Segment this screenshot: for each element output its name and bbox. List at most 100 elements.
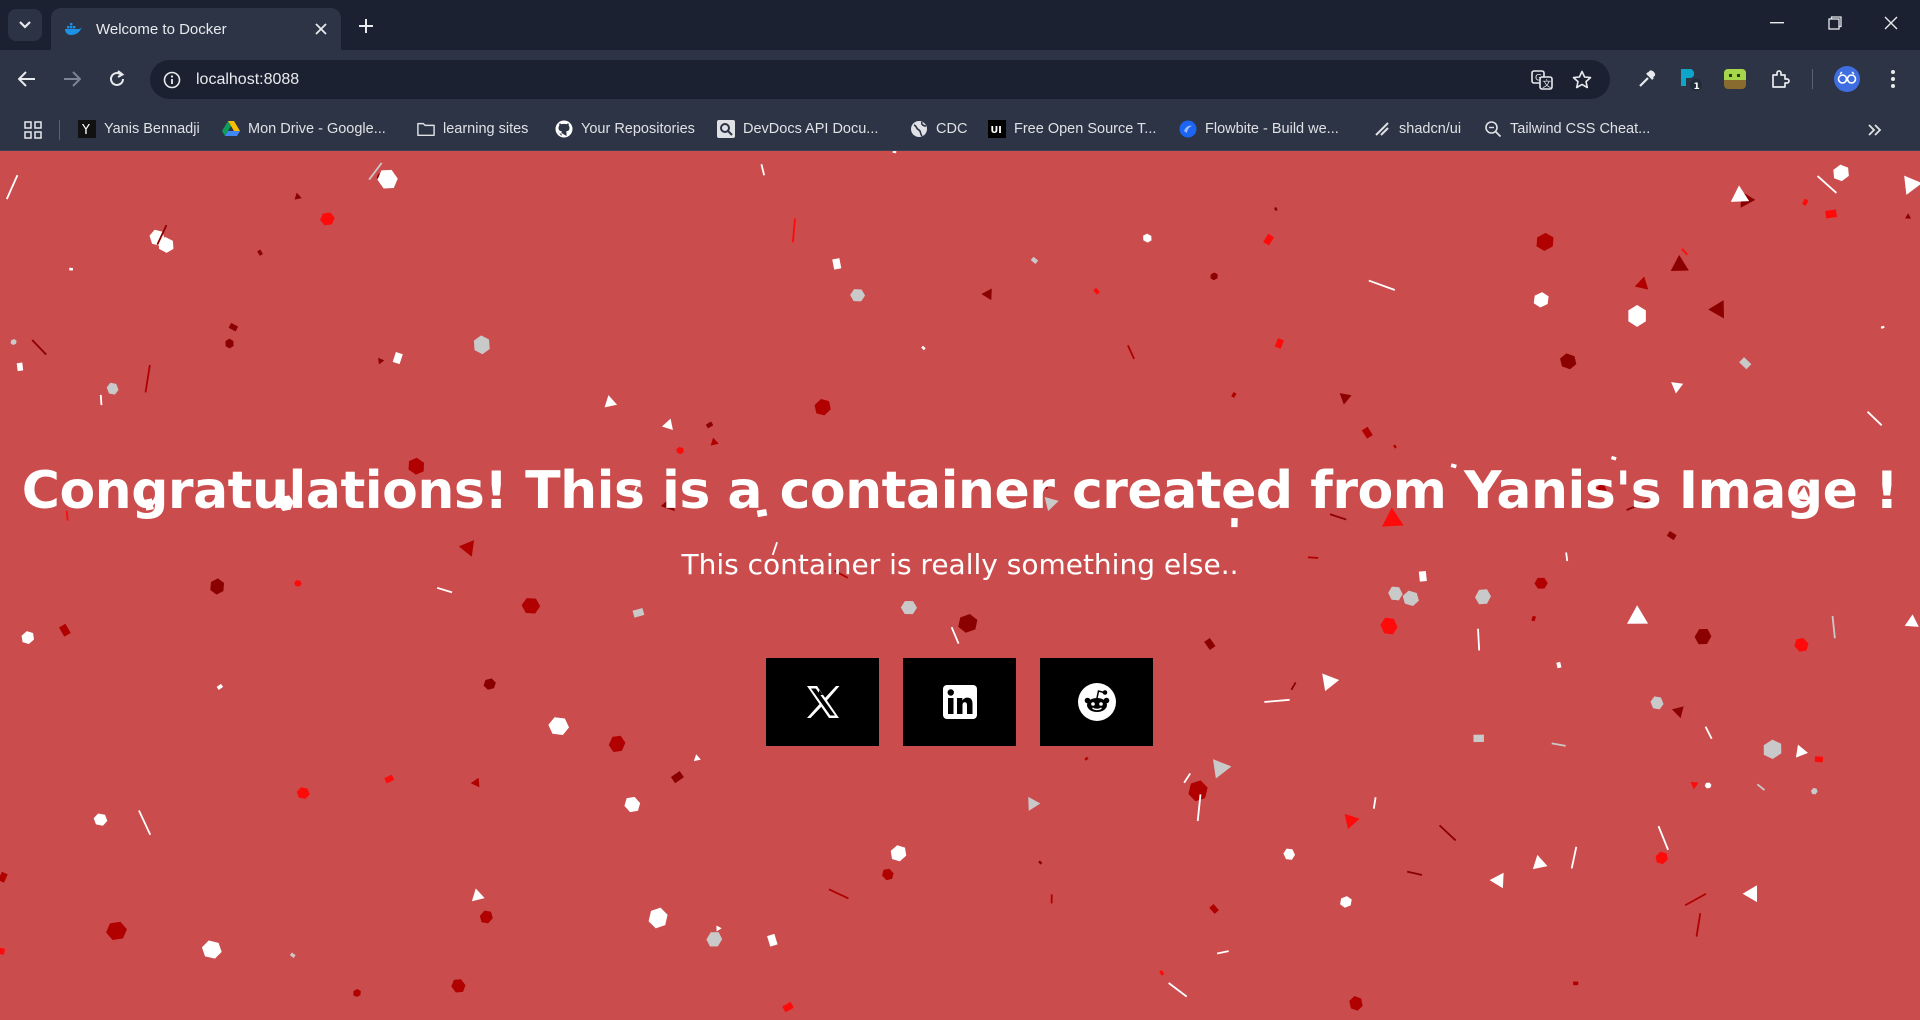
bookmark-google-drive[interactable]: Mon Drive - Google...	[222, 116, 386, 142]
bookmark-label: Tailwind CSS Cheat...	[1510, 121, 1651, 137]
bookmark-yanis-bennadji[interactable]: Y Yanis Bennadji	[78, 116, 200, 142]
confetti-piece	[201, 940, 222, 959]
minimize-button[interactable]	[1748, 0, 1806, 46]
bookmark-tailwind-cheatsheet[interactable]: Tailwind CSS Cheat...	[1484, 116, 1650, 142]
confetti-piece	[1694, 628, 1712, 645]
confetti-piece	[706, 932, 723, 947]
confetti-piece	[1274, 338, 1284, 349]
confetti-piece	[216, 683, 224, 690]
confetti-piece	[138, 810, 152, 836]
restore-button[interactable]	[1806, 0, 1864, 46]
active-tab[interactable]: Welcome to Docker	[51, 8, 341, 50]
confetti-piece	[1188, 780, 1208, 802]
confetti-piece	[661, 418, 673, 430]
confetti-piece	[1556, 661, 1562, 669]
confetti-piece	[892, 151, 897, 154]
bookmark-shadcn[interactable]: shadcn/ui	[1373, 116, 1461, 142]
confetti-piece	[1816, 175, 1838, 194]
confetti-piece	[1372, 797, 1377, 809]
confetti-piece	[16, 362, 24, 372]
confetti-piece	[716, 925, 722, 932]
close-window-button[interactable]	[1862, 0, 1920, 46]
menu-kebab-icon[interactable]	[1878, 64, 1908, 94]
confetti-piece	[296, 787, 310, 800]
svg-text:Y: Y	[81, 123, 90, 138]
more-bookmarks-icon[interactable]	[1862, 117, 1888, 143]
confetti-piece	[1695, 913, 1702, 937]
reload-button[interactable]	[101, 63, 133, 95]
translate-icon[interactable]: G文	[1530, 68, 1554, 92]
confetti-piece	[850, 289, 866, 302]
confetti-piece	[832, 258, 842, 270]
bookmark-cdc[interactable]: CDC	[910, 116, 967, 142]
info-icon[interactable]	[160, 68, 184, 92]
y-letter-icon: Y	[78, 120, 96, 138]
tab-search-button[interactable]	[8, 9, 42, 41]
confetti-piece	[632, 607, 645, 618]
confetti-piece	[1704, 782, 1712, 789]
confetti-piece	[470, 777, 480, 788]
bookmark-devdocs[interactable]: DevDocs API Docu...	[717, 116, 878, 142]
confetti-piece	[1657, 825, 1669, 851]
confetti-piece	[1681, 248, 1688, 256]
confetti-piece	[225, 338, 234, 349]
close-tab-icon[interactable]	[309, 17, 333, 41]
x-button[interactable]	[766, 658, 879, 746]
ui-letters-icon: UI	[988, 120, 1006, 138]
confetti-piece	[69, 267, 74, 271]
tab-strip: Welcome to Docker	[0, 0, 1920, 50]
confetti-piece	[1473, 734, 1484, 743]
new-tab-button[interactable]	[352, 12, 380, 40]
address-bar[interactable]: localhost:8088 G文	[150, 60, 1610, 99]
confetti-layer	[0, 151, 1920, 1013]
confetti-piece	[1349, 996, 1363, 1011]
svg-text:文: 文	[1542, 78, 1551, 90]
extension-p-icon[interactable]: 1	[1675, 64, 1705, 94]
star-icon[interactable]	[1570, 68, 1594, 92]
confetti-piece	[1671, 382, 1684, 394]
confetti-piece	[1634, 276, 1649, 290]
bookmarks-bar: Y Yanis Bennadji Mon Drive - Google... l…	[0, 108, 1920, 151]
confetti-piece	[1143, 233, 1152, 243]
confetti-piece	[1880, 325, 1885, 329]
chevron-down-icon	[19, 21, 31, 29]
forward-button[interactable]	[56, 63, 88, 95]
folder-icon	[417, 120, 435, 138]
apps-grid-icon[interactable]	[20, 117, 46, 143]
confetti-piece	[1904, 175, 1920, 195]
extension-grass-icon[interactable]	[1720, 64, 1750, 94]
bookmark-flowbite[interactable]: Flowbite - Build we...	[1179, 116, 1339, 142]
profile-avatar[interactable]	[1832, 64, 1862, 94]
back-button[interactable]	[11, 63, 43, 95]
confetti-piece	[1127, 344, 1135, 360]
puzzle-icon[interactable]	[1765, 64, 1795, 94]
docker-icon	[64, 22, 82, 36]
eyedropper-extension-icon[interactable]	[1632, 64, 1662, 94]
confetti-piece	[624, 796, 641, 813]
confetti-piece	[436, 586, 453, 594]
confetti-piece	[392, 352, 403, 365]
bookmark-free-open-source[interactable]: UI Free Open Source T...	[988, 116, 1156, 142]
url-text[interactable]: localhost:8088	[196, 60, 299, 99]
confetti-piece	[1368, 279, 1396, 291]
reddit-button[interactable]	[1040, 658, 1153, 746]
close-icon	[1884, 16, 1898, 30]
bookmark-label: DevDocs API Docu...	[743, 121, 879, 137]
page-headline: Congratulations! This is a container cre…	[21, 461, 1899, 521]
bookmark-label: Your Repositories	[581, 121, 695, 137]
confetti-piece	[473, 335, 490, 355]
confetti-piece	[1380, 617, 1398, 635]
bookmark-learning-sites[interactable]: learning sites	[417, 116, 528, 142]
confetti-piece	[693, 754, 701, 762]
confetti-piece	[1231, 391, 1237, 398]
confetti-piece	[21, 631, 35, 645]
confetti-piece	[31, 339, 47, 356]
confetti-piece	[1690, 781, 1699, 790]
confetti-piece	[1802, 198, 1809, 206]
confetti-piece	[1038, 860, 1043, 865]
minimize-icon	[1770, 22, 1784, 24]
page-subtitle: This container is really something else.…	[681, 548, 1239, 581]
bookmark-your-repositories[interactable]: Your Repositories	[555, 116, 695, 142]
confetti-piece	[608, 735, 626, 753]
linkedin-button[interactable]	[903, 658, 1016, 746]
